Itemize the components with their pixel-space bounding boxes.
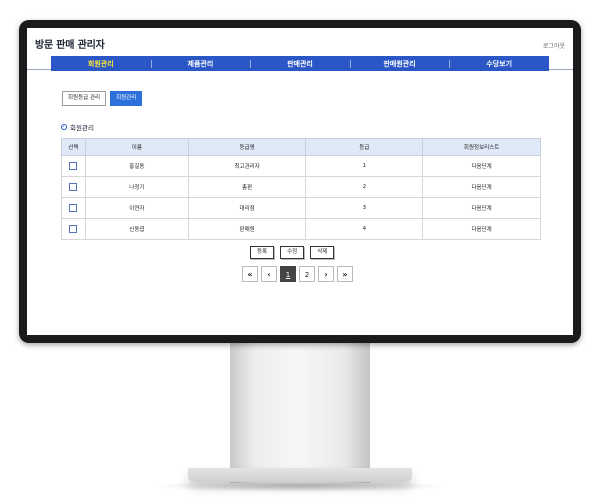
pagination: « ‹ 1 2 › » — [242, 266, 353, 282]
col-header-select: 선택 — [61, 138, 86, 156]
nav-item-allowance[interactable]: 수당보기 — [449, 59, 549, 69]
nav-item-product[interactable]: 제품관리 — [150, 59, 251, 69]
row-checkbox[interactable] — [69, 204, 78, 212]
page-1-button[interactable]: 1 — [280, 266, 296, 282]
app-header: 방문 판매 관리자 로그아웃 — [27, 28, 573, 54]
sub-tabs: 회원등급 관리 회원관리 — [62, 91, 143, 106]
monitor-stand — [230, 343, 370, 483]
cell-grade-name: 총판 — [187, 176, 307, 198]
table-row: 나정기 총판 2 다음단계 — [61, 176, 541, 198]
cell-grade: 1 — [305, 155, 424, 177]
first-page-button[interactable]: « — [242, 266, 258, 282]
row-select-cell — [61, 155, 86, 177]
table-row: 신동엽 판매원 4 다음단계 — [61, 218, 541, 240]
bullet-icon — [61, 124, 67, 130]
cell-name: 홍길동 — [84, 155, 189, 177]
cell-next-step-link[interactable]: 다음단계 — [422, 218, 541, 240]
tab-member[interactable]: 회원관리 — [110, 91, 143, 106]
last-page-button[interactable]: » — [337, 266, 353, 282]
cell-grade-name: 대리점 — [187, 197, 307, 219]
page-2-button[interactable]: 2 — [299, 266, 315, 282]
cell-next-step-link[interactable]: 다음단계 — [422, 197, 541, 219]
cell-grade-name: 최고관리자 — [187, 155, 307, 177]
nav-item-seller[interactable]: 판매원관리 — [349, 59, 450, 69]
cell-name: 이연자 — [84, 197, 189, 219]
monitor-stand-base — [188, 468, 412, 482]
col-header-info-list: 회원정보리스트 — [422, 138, 541, 156]
cell-name: 나정기 — [84, 176, 189, 198]
row-checkbox[interactable] — [69, 183, 78, 191]
table-row: 홍길동 최고관리자 1 다음단계 — [61, 155, 541, 177]
col-header-grade-name: 등급명 — [187, 138, 307, 156]
col-header-name: 이름 — [84, 138, 189, 156]
main-nav: 회원관리 제품관리 판매관리 판매원관리 수당보기 — [51, 56, 549, 71]
monitor-screen: 방문 판매 관리자 로그아웃 회원관리 제품관리 판매관리 판매원관리 수당보기… — [27, 28, 573, 335]
cell-grade-name: 판매원 — [187, 218, 307, 240]
nav-item-member[interactable]: 회원관리 — [51, 59, 151, 69]
cell-next-step-link[interactable]: 다음단계 — [422, 155, 541, 177]
action-buttons: 등록 수정 삭제 — [250, 246, 335, 259]
section-title: 회원관리 — [61, 122, 94, 132]
row-checkbox[interactable] — [69, 162, 78, 170]
cell-grade: 2 — [305, 176, 424, 198]
next-page-button[interactable]: › — [318, 266, 334, 282]
row-select-cell — [61, 197, 86, 219]
member-table: 선택 이름 등급명 등급 회원정보리스트 홍길동 최고관리자 1 다음단계 나정… — [61, 138, 541, 240]
cell-grade: 4 — [305, 218, 424, 240]
row-checkbox[interactable] — [69, 225, 78, 233]
cell-grade: 3 — [305, 197, 424, 219]
edit-button[interactable]: 수정 — [280, 246, 305, 259]
table-row: 이연자 대리점 3 다음단계 — [61, 197, 541, 219]
row-select-cell — [61, 218, 86, 240]
cell-name: 신동엽 — [84, 218, 189, 240]
delete-button[interactable]: 삭제 — [310, 246, 335, 259]
cell-next-step-link[interactable]: 다음단계 — [422, 176, 541, 198]
section-title-label: 회원관리 — [70, 124, 94, 132]
app-title: 방문 판매 관리자 — [35, 40, 105, 51]
col-header-grade: 등급 — [305, 138, 424, 156]
table-header-row: 선택 이름 등급명 등급 회원정보리스트 — [61, 138, 541, 156]
nav-item-sales[interactable]: 판매관리 — [250, 59, 350, 69]
tab-member-grade[interactable]: 회원등급 관리 — [62, 91, 107, 106]
logout-link[interactable]: 로그아웃 — [543, 41, 565, 50]
row-select-cell — [61, 176, 86, 198]
register-button[interactable]: 등록 — [250, 246, 275, 259]
prev-page-button[interactable]: ‹ — [261, 266, 277, 282]
